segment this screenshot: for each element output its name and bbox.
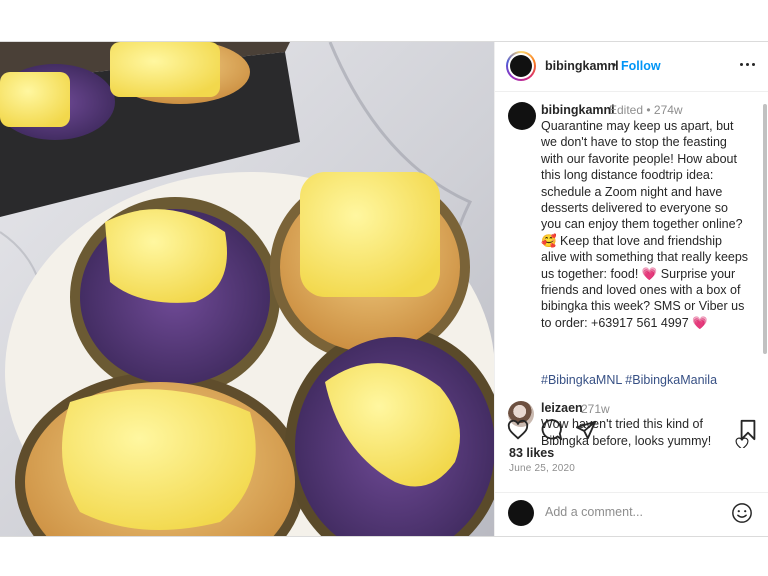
caption-text: Quarantine may keep us apart, but we don… — [541, 119, 749, 330]
action-bar — [495, 413, 768, 443]
story-ring[interactable] — [506, 51, 536, 81]
post-date: June 25, 2020 — [509, 463, 575, 474]
add-comment-input[interactable] — [545, 505, 715, 519]
follow-button[interactable]: Follow — [621, 59, 661, 73]
heart-icon[interactable] — [507, 419, 529, 441]
caption-hashtags[interactable]: #BibingkaMNL #BibingkaManila — [541, 373, 717, 387]
comment-icon[interactable] — [541, 419, 563, 441]
avatar — [510, 55, 532, 77]
add-comment-row — [495, 492, 768, 537]
more-horizontal-icon[interactable] — [739, 58, 757, 72]
caption-username[interactable]: bibingkamnl — [541, 103, 615, 117]
smiley-icon[interactable] — [731, 502, 753, 524]
post-header: bibingkamnl • Follow — [495, 42, 768, 92]
scrollbar[interactable] — [763, 104, 767, 354]
bookmark-icon[interactable] — [737, 419, 759, 441]
caption-edited-time: Edited • 274w — [609, 103, 683, 117]
header-separator: • — [612, 58, 617, 72]
post-sidebar: bibingkamnl • Follow bibingkamnl Edited … — [494, 42, 768, 536]
caption-avatar[interactable] — [508, 102, 536, 130]
comments-area: bibingkamnl Edited • 274w Quarantine may… — [495, 91, 763, 448]
send-icon[interactable] — [575, 419, 597, 441]
likes-count[interactable]: 83 likes — [509, 446, 554, 460]
current-user-avatar — [508, 500, 534, 526]
instagram-post: bibingkamnl • Follow bibingkamnl Edited … — [0, 41, 768, 537]
bibingka-photo-illustration — [0, 42, 494, 536]
header-username[interactable]: bibingkamnl — [545, 59, 619, 73]
post-photo[interactable] — [0, 42, 494, 536]
